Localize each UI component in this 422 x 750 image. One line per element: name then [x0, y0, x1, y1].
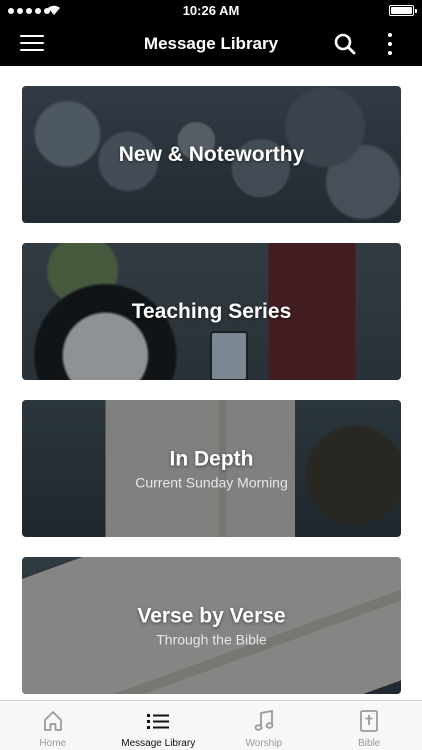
tab-bar: Home Message Library Worship Bible: [0, 700, 422, 750]
list-icon: [147, 714, 170, 729]
card-verse-by-verse[interactable]: Verse by Verse Through the Bible: [22, 557, 401, 694]
page-title: Message Library: [143, 34, 279, 53]
tab-message-library[interactable]: Message Library: [106, 701, 212, 750]
message-library-list: New & Noteworthy Teaching Series In Dept…: [0, 66, 422, 700]
tab-home[interactable]: Home: [0, 701, 106, 750]
more-vertical-icon[interactable]: [384, 31, 396, 57]
tab-label: Worship: [245, 738, 283, 749]
card-title: New & Noteworthy: [118, 142, 305, 166]
card-title: Teaching Series: [131, 299, 292, 323]
home-icon: [43, 711, 62, 731]
navigation-bar: Message Library: [0, 22, 422, 66]
bible-icon: [360, 710, 379, 732]
card-title: In Depth: [169, 447, 254, 470]
search-icon[interactable]: [333, 32, 357, 56]
hamburger-menu-icon[interactable]: [20, 35, 44, 53]
card-subtitle: Current Sunday Morning: [135, 474, 288, 490]
tab-label: Home: [39, 738, 67, 749]
tab-bible[interactable]: Bible: [317, 701, 422, 750]
music-note-icon: [254, 709, 274, 731]
card-subtitle: Through the Bible: [156, 631, 267, 647]
card-in-depth[interactable]: In Depth Current Sunday Morning: [22, 400, 401, 537]
tab-label: Message Library: [121, 738, 196, 749]
tab-label: Bible: [358, 738, 381, 749]
card-new-and-noteworthy[interactable]: New & Noteworthy: [22, 86, 401, 223]
battery-icon: [389, 5, 417, 16]
status-time: 10:26 AM: [182, 3, 240, 18]
card-title: Verse by Verse: [137, 604, 286, 627]
tab-worship[interactable]: Worship: [211, 701, 317, 750]
card-teaching-series[interactable]: Teaching Series: [22, 243, 401, 380]
status-bar: 10:26 AM: [0, 0, 422, 22]
